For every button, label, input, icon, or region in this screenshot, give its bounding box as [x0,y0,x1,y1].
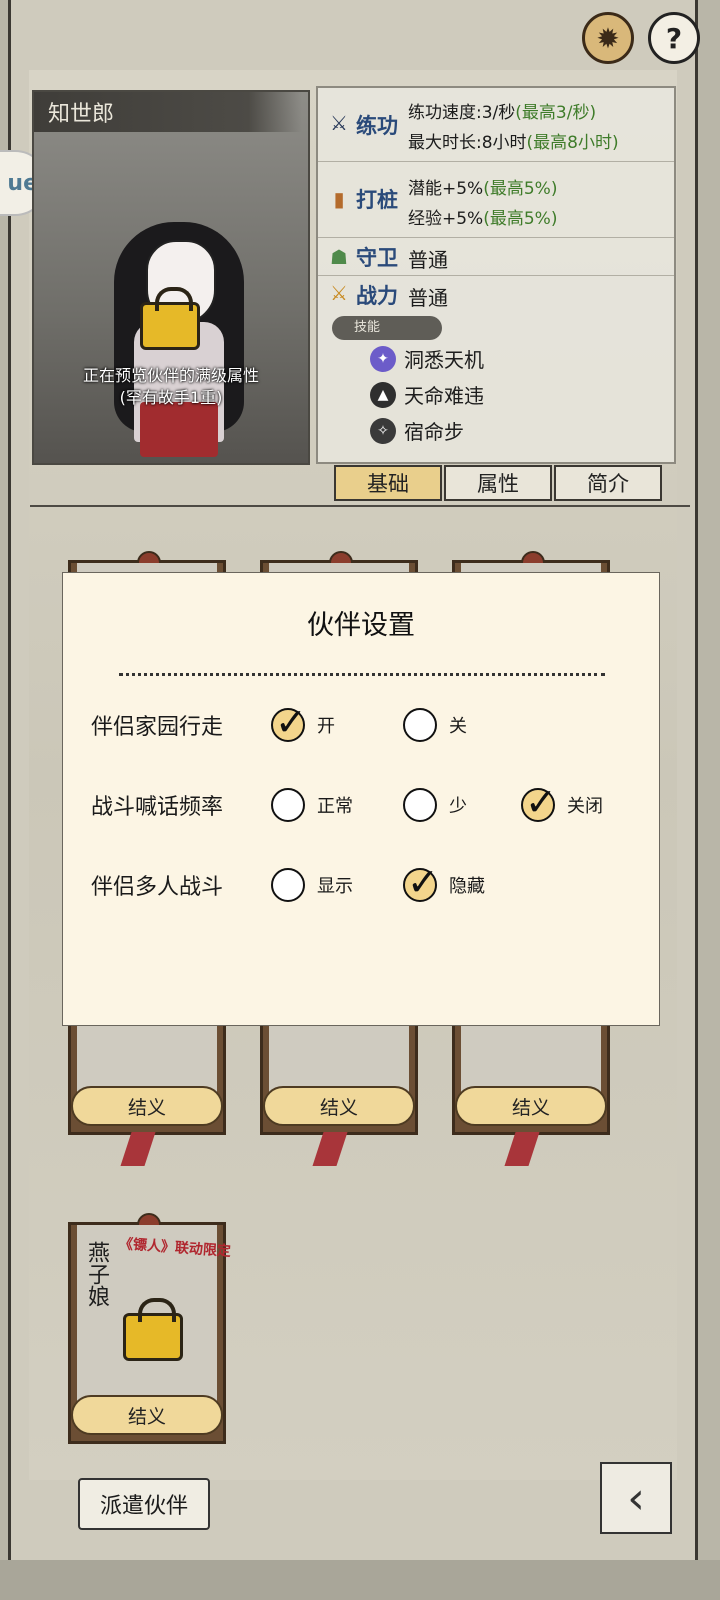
skills-header: 技能 [332,316,442,340]
tab-basic[interactable]: 基础 [334,465,442,501]
companion-settings-dialog: 伙伴设置 伴侣家园行走 开 关 战斗喊话频率 正常 少 关闭 伴侣多人战斗 [62,572,660,1026]
dispatch-companion-button[interactable]: 派遣伙伴 [78,1478,210,1530]
option-label: 显示 [317,876,353,897]
help-icon: ? [665,21,683,55]
bond-button[interactable]: 结义 [71,1086,223,1126]
skill-item[interactable]: ✦ 洞悉天机 [370,344,484,373]
stat-label: 战力 [356,284,398,308]
radio-checked-icon[interactable] [521,780,557,824]
guard-icon: ☗ [330,245,348,269]
radio-on[interactable]: 开 [271,700,335,747]
tab-intro[interactable]: 简介 [554,465,662,501]
setting-label: 伴侣多人战斗 [91,875,224,900]
setting-label: 伴侣家园行走 [91,715,224,740]
dialog-title: 伙伴设置 [307,610,415,641]
option-label: 正常 [317,796,353,817]
tab-attributes[interactable]: 属性 [444,465,552,501]
setting-row-multiplayer: 伴侣多人战斗 显示 隐藏 [91,860,651,907]
setting-label: 战斗喊话频率 [91,795,224,820]
stat-line: 经验+5%(最高5%) [408,209,558,229]
stat-practice: ⚔ 练功 练功速度:3/秒(最高3/秒) 最大时长:8小时(最高8小时) [318,88,674,162]
preview-subnotice: (罕有故手1重) [119,388,223,407]
companion-card-name: 燕子娘 [84,1241,109,1307]
back-arrow-icon: ‹ [627,1472,645,1524]
skill-step-icon: ✧ [370,417,396,444]
radio-normal[interactable]: 正常 [271,783,353,827]
setting-row-battle-chatter: 战斗喊话频率 正常 少 关闭 [91,780,651,827]
stat-label: 练功 [356,114,398,138]
wooden-stake-icon: ▮ [333,187,345,211]
companion-card-yanziniang[interactable]: 燕子娘 《镖人》联动限定 结义 [68,1213,231,1444]
crossed-swords-icon: ⚔ [330,281,348,305]
stat-value: 普通 [408,286,448,310]
help-button[interactable]: ? [648,12,700,64]
back-button[interactable]: ‹ [600,1462,672,1534]
skill-fate-icon: ▲ [370,381,396,408]
radio-checked-icon[interactable] [271,700,307,744]
portrait-panel: 知世郎 正在预览伙伴的满级属性 (罕有故手1重) [32,90,310,465]
radio-checked-icon[interactable] [403,860,439,904]
radio-unchecked-icon[interactable] [403,708,437,742]
skill-item[interactable]: ▲ 天命难违 [370,380,484,409]
option-label: 关闭 [567,796,603,817]
stats-panel: ⚔ 练功 练功速度:3/秒(最高3/秒) 最大时长:8小时(最高8小时) ▮ 打… [316,86,676,464]
preview-notice: 正在预览伙伴的满级属性 [82,366,259,385]
radio-unchecked-icon[interactable] [271,868,305,902]
lock-icon [140,287,200,350]
practice-icon: ⚔ [330,111,348,135]
radio-unchecked-icon[interactable] [271,788,305,822]
option-label: 开 [317,716,335,737]
dialog-divider [119,673,605,676]
stat-line: 练功速度:3/秒(最高3/秒) [408,103,597,123]
stat-label: 打桩 [356,188,398,212]
stat-value: 普通 [408,248,448,272]
option-label: 隐藏 [449,876,485,897]
stat-power: ⚔ 战力 普通 [318,276,674,312]
skill-name: 洞悉天机 [404,348,484,372]
radio-close[interactable]: 关闭 [521,780,603,827]
info-tabs: 基础 属性 简介 [334,465,664,501]
lock-icon [123,1298,183,1361]
setting-row-home-walk: 伴侣家园行走 开 关 [91,700,651,747]
stat-line: 最大时长:8小时(最高8小时) [408,133,619,153]
radio-unchecked-icon[interactable] [403,788,437,822]
stat-line: 潜能+5%(最高5%) [408,179,558,199]
skill-insight-icon: ✦ [370,345,396,372]
stat-stake: ▮ 打桩 潜能+5%(最高5%) 经验+5%(最高5%) [318,162,674,238]
bond-button[interactable]: 结义 [263,1086,415,1126]
bond-button[interactable]: 结义 [455,1086,607,1126]
section-divider [30,505,690,507]
stat-guard: ☗ 守卫 普通 [318,238,674,276]
radio-off[interactable]: 关 [403,703,467,747]
bond-button[interactable]: 结义 [71,1395,223,1435]
stat-label: 守卫 [356,246,398,270]
radio-show[interactable]: 显示 [271,863,353,907]
skill-item[interactable]: ✧ 宿命步 [370,416,464,445]
option-label: 关 [449,716,467,737]
scroll-bottom-edge [0,1560,720,1600]
skill-name: 天命难违 [404,384,484,408]
radio-less[interactable]: 少 [403,783,467,827]
option-label: 少 [449,796,467,817]
skill-name: 宿命步 [404,420,464,444]
companion-name: 知世郎 [34,92,302,132]
gear-icon[interactable]: ✹ [582,12,634,64]
radio-hide[interactable]: 隐藏 [403,860,485,907]
